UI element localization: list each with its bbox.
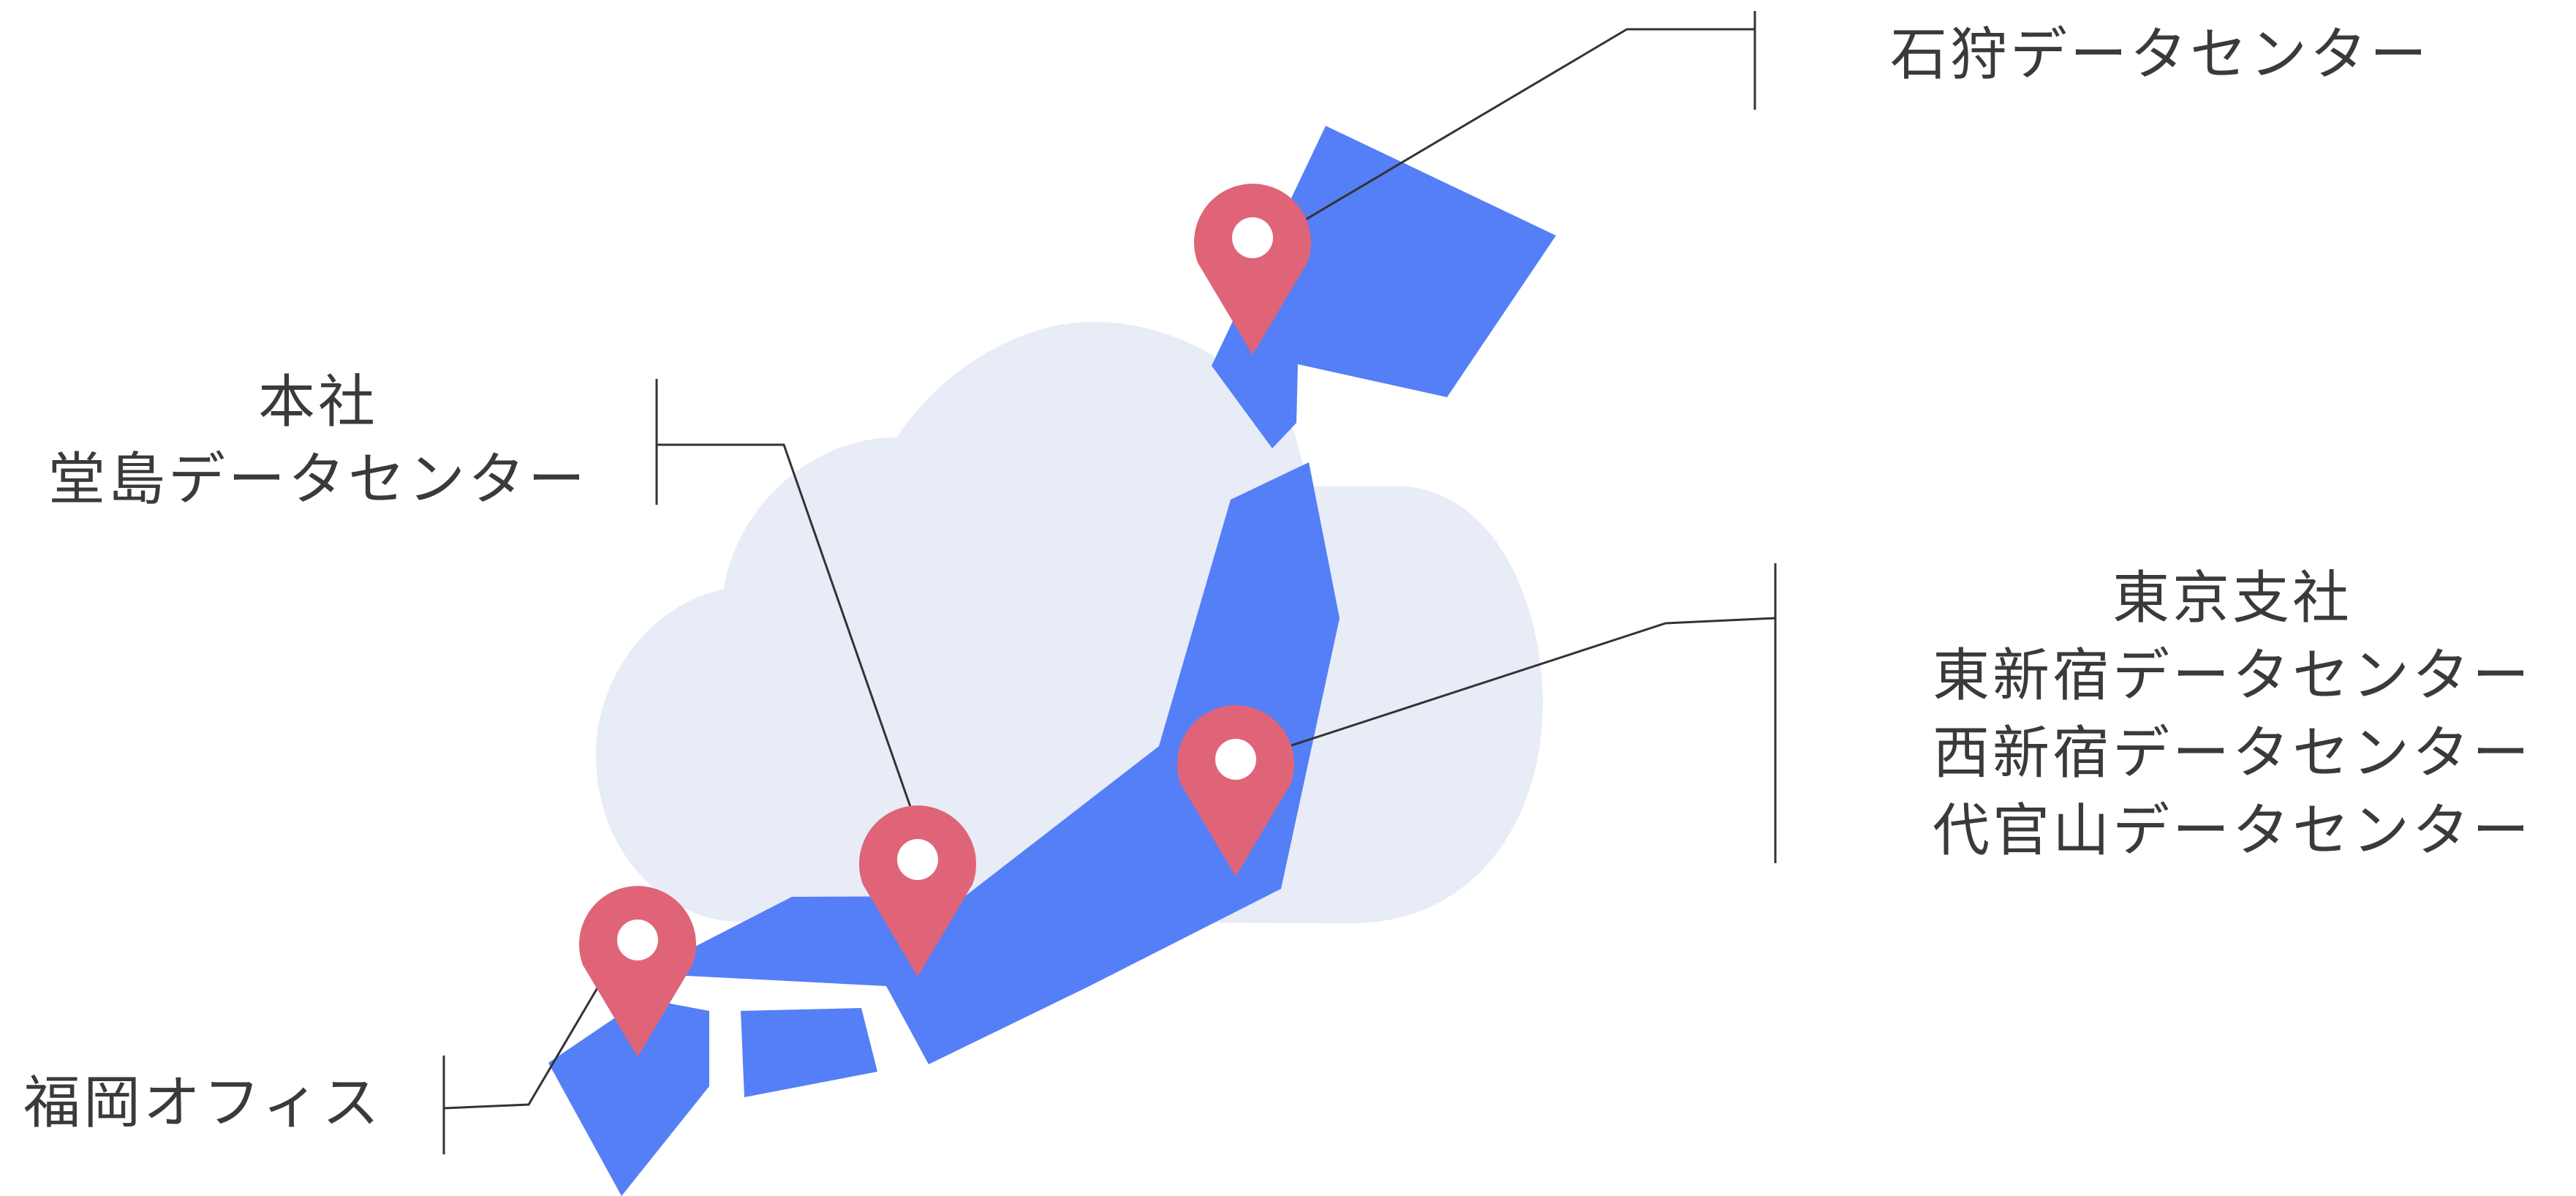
label-tokyo-line-4: 代官山データセンター	[1932, 798, 2532, 864]
label-tokyo: 東京支社 東新宿データセンター 西新宿データセンター 代官山データセンター	[1914, 560, 2550, 870]
label-osaka-line-1: 本社	[257, 369, 378, 435]
label-osaka: 本社 堂島データセンター	[22, 364, 614, 519]
label-osaka-line-2: 堂島データセンター	[48, 447, 588, 513]
label-ishikari-line: 石狩データセンター	[1890, 22, 2430, 88]
label-tokyo-line-2: 東新宿データセンター	[1932, 643, 2532, 709]
label-fukuoka-line: 福岡オフィス	[23, 1070, 382, 1136]
label-tokyo-line-3: 西新宿データセンター	[1932, 721, 2532, 786]
island-shikoku	[741, 1008, 877, 1097]
label-fukuoka: 福岡オフィス	[23, 1064, 382, 1142]
label-tokyo-line-1: 東京支社	[2112, 565, 2352, 631]
label-ishikari: 石狩データセンター	[1890, 16, 2430, 94]
